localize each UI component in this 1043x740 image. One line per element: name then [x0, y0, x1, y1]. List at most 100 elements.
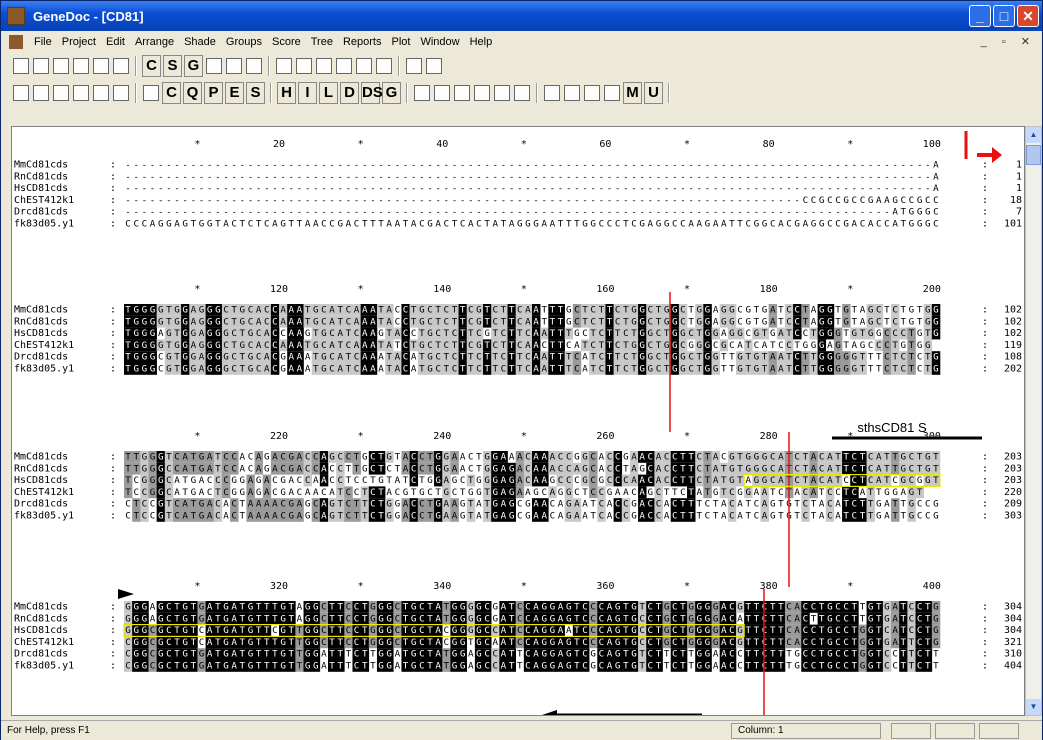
- shade-d-button[interactable]: D: [340, 82, 359, 104]
- menu-edit[interactable]: Edit: [101, 36, 130, 48]
- scroll-down-icon[interactable]: ▼: [1026, 699, 1041, 715]
- residue: A: [721, 661, 727, 672]
- grid-icon[interactable]: [454, 85, 470, 101]
- bars2-icon[interactable]: [226, 58, 242, 74]
- sel3-icon[interactable]: [143, 85, 159, 101]
- print-icon[interactable]: [73, 58, 89, 74]
- scroll-up-icon[interactable]: ▲: [1026, 127, 1041, 143]
- arr5-icon[interactable]: [584, 85, 600, 101]
- shade-m-button[interactable]: M: [623, 82, 642, 104]
- bars4-icon[interactable]: [276, 58, 292, 74]
- open-icon[interactable]: [33, 58, 49, 74]
- residue: G: [264, 463, 270, 474]
- residue: C: [729, 499, 735, 510]
- copy-icon[interactable]: [33, 85, 49, 101]
- bars3-icon[interactable]: [246, 58, 262, 74]
- shade-c-button[interactable]: C: [142, 55, 161, 77]
- menu-plot[interactable]: Plot: [386, 36, 415, 48]
- residue: G: [419, 340, 425, 351]
- maximize-button[interactable]: □: [993, 5, 1015, 27]
- shade-l-button[interactable]: L: [319, 82, 338, 104]
- minimize-button[interactable]: _: [969, 5, 991, 27]
- residue: C: [517, 625, 523, 636]
- shade-e-button[interactable]: E: [225, 82, 244, 104]
- menu-reports[interactable]: Reports: [338, 36, 387, 48]
- shade-s-button[interactable]: S: [163, 55, 182, 77]
- document-icon[interactable]: [9, 35, 23, 49]
- save-icon[interactable]: [53, 58, 69, 74]
- menu-arrange[interactable]: Arrange: [130, 36, 179, 48]
- shade-p-button[interactable]: P: [204, 82, 223, 104]
- rec-mrk-icon[interactable]: [426, 58, 442, 74]
- scroll-icon[interactable]: [414, 85, 430, 101]
- bars6-icon[interactable]: [316, 58, 332, 74]
- gridb-icon[interactable]: [474, 85, 490, 101]
- alignment-canvas[interactable]: * 20 * 40 * 60 * 80 * 100MmCd81cds: - - - - - - - - - - - - - -…: [12, 127, 1025, 716]
- help-icon[interactable]: [93, 58, 109, 74]
- colon-separator: :: [110, 511, 116, 522]
- residue: G: [158, 305, 164, 316]
- box-icon[interactable]: [434, 85, 450, 101]
- shade-g-button[interactable]: G: [382, 82, 401, 104]
- close-button[interactable]: ✕: [1017, 5, 1039, 27]
- bars-icon[interactable]: [13, 85, 29, 101]
- sel2-icon[interactable]: [113, 85, 129, 101]
- bars1-icon[interactable]: [206, 58, 222, 74]
- residue: T: [174, 649, 180, 660]
- residue: A: [892, 613, 898, 624]
- residue: T: [852, 305, 858, 316]
- residue: C: [419, 625, 425, 636]
- shade-s-button[interactable]: S: [246, 82, 265, 104]
- shade-u-button[interactable]: U: [644, 82, 663, 104]
- toolbar-separator: [398, 56, 400, 76]
- title-bar[interactable]: GeneDoc - [CD81] _ □ ✕: [1, 1, 1042, 31]
- bars5-icon[interactable]: [296, 58, 312, 74]
- shade-i-button[interactable]: I: [298, 82, 317, 104]
- menu-help[interactable]: Help: [465, 36, 498, 48]
- arr2-icon[interactable]: [514, 85, 530, 101]
- scroll-thumb[interactable]: [1026, 145, 1041, 165]
- vertical-scrollbar[interactable]: ▲ ▼: [1025, 126, 1042, 716]
- menu-file[interactable]: File: [29, 36, 57, 48]
- flip-icon[interactable]: [406, 58, 422, 74]
- context-help-icon[interactable]: [113, 58, 129, 74]
- shade-q-button[interactable]: Q: [183, 82, 202, 104]
- residue: T: [460, 487, 466, 498]
- menu-project[interactable]: Project: [57, 36, 101, 48]
- residue: T: [403, 649, 409, 660]
- circle-icon[interactable]: [73, 85, 89, 101]
- alignment-view[interactable]: * 20 * 40 * 60 * 80 * 100 MmCd81cds: - - - - - - - - - - - - - -…: [11, 126, 1025, 716]
- residue: -: [786, 160, 792, 171]
- sel1-icon[interactable]: [93, 85, 109, 101]
- arr1-icon[interactable]: [494, 85, 510, 101]
- residue: G: [158, 463, 164, 474]
- shade-g-button[interactable]: G: [184, 55, 203, 77]
- grid2-icon[interactable]: [356, 58, 372, 74]
- residue: C: [656, 352, 662, 363]
- grid3-icon[interactable]: [376, 58, 392, 74]
- residue: C: [468, 316, 474, 327]
- list-icon[interactable]: [604, 85, 620, 101]
- residue: -: [550, 195, 556, 206]
- new-icon[interactable]: [13, 58, 29, 74]
- residue: G: [215, 364, 221, 375]
- shade-h-button[interactable]: H: [277, 82, 296, 104]
- menu-groups[interactable]: Groups: [221, 36, 267, 48]
- shade-ds-button[interactable]: DS: [361, 82, 383, 104]
- arr3-icon[interactable]: [544, 85, 560, 101]
- menu-shade[interactable]: Shade: [179, 36, 221, 48]
- mdi-window-controls[interactable]: _ ▫ ✕: [981, 35, 1036, 48]
- arr4-icon[interactable]: [564, 85, 580, 101]
- residue: A: [321, 511, 327, 522]
- residue: G: [631, 305, 637, 316]
- residue: C: [811, 195, 817, 206]
- shade-c-button[interactable]: C: [162, 82, 181, 104]
- grid1-icon[interactable]: [336, 58, 352, 74]
- residue: T: [729, 219, 735, 230]
- menu-score[interactable]: Score: [267, 36, 306, 48]
- residue: -: [860, 171, 866, 182]
- menu-tree[interactable]: Tree: [306, 36, 338, 48]
- menu-window[interactable]: Window: [415, 36, 464, 48]
- find-icon[interactable]: [53, 85, 69, 101]
- residue: C: [427, 316, 433, 327]
